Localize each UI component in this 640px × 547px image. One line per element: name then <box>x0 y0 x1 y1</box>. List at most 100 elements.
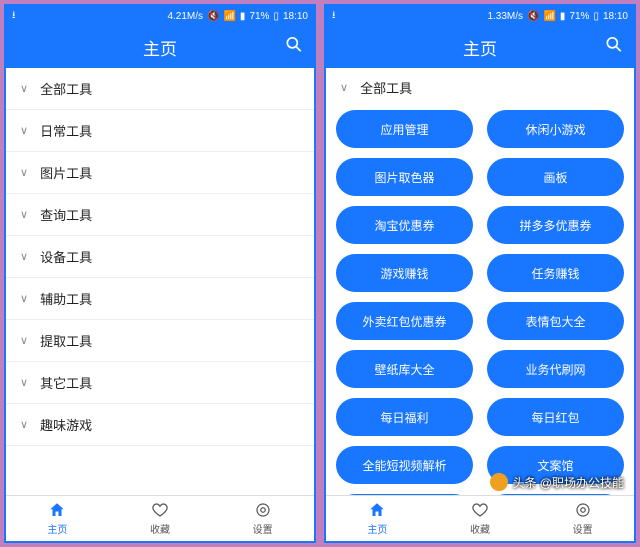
category-item[interactable]: ∨ 辅助工具 <box>6 278 314 320</box>
chevron-down-icon: ∨ <box>340 81 348 94</box>
tool-button[interactable]: 文案馆 <box>487 446 624 484</box>
tool-scroll[interactable]: ∨ 全部工具 应用管理 休闲小游戏 图片取色器 画板 淘宝优惠券 拼多多优惠券 … <box>326 68 634 495</box>
nav-label: 收藏 <box>470 521 490 536</box>
chevron-down-icon: ∨ <box>20 166 28 179</box>
nav-home[interactable]: 主页 <box>6 496 109 541</box>
tool-button[interactable]: 表情包大全 <box>487 302 624 340</box>
category-label: 日常工具 <box>40 121 92 140</box>
tool-button[interactable]: 应用管理 <box>336 110 473 148</box>
tool-button[interactable]: 全能短视频解析 <box>336 446 473 484</box>
download-icon: ⭳ <box>332 8 336 25</box>
category-item[interactable]: ∨ 图片工具 <box>6 152 314 194</box>
tool-button[interactable]: 壁纸库大全 <box>336 350 473 388</box>
section-header[interactable]: ∨ 全部工具 <box>326 68 634 106</box>
tool-label: 拼多多优惠券 <box>519 217 591 234</box>
category-label: 查询工具 <box>40 205 92 224</box>
category-item[interactable]: ∨ 全部工具 <box>6 68 314 110</box>
page-title: 主页 <box>463 35 497 60</box>
tool-label: 每日红包 <box>531 409 579 426</box>
tool-label: 应用管理 <box>380 121 428 138</box>
tool-button[interactable]: 淘宝优惠券 <box>336 206 473 244</box>
signal-icon: ▮ <box>240 11 246 22</box>
phone-left: ⭳ 4.21M/s 🔇 📶 ▮ 71% ▯ 18:10 主页 ∨ 全部工具 ∨ 日常… <box>4 4 316 543</box>
status-bar: ⭳ 1.33M/s 🔇 📶 ▮ 71% ▯ 18:10 <box>326 6 634 26</box>
battery-icon: ▯ <box>593 11 599 22</box>
battery-text: 71% <box>569 11 589 22</box>
tool-label: 业务代刷网 <box>525 361 585 378</box>
category-label: 图片工具 <box>40 163 92 182</box>
chevron-down-icon: ∨ <box>20 334 28 347</box>
wifi-icon: 📶 <box>223 11 235 22</box>
tool-label: 画板 <box>543 169 567 186</box>
nav-label: 设置 <box>573 521 593 536</box>
category-label: 全部工具 <box>40 79 92 98</box>
tool-button[interactable]: 画板 <box>487 158 624 196</box>
nav-favorites[interactable]: 收藏 <box>109 496 212 541</box>
nav-settings[interactable]: 设置 <box>531 496 634 541</box>
tool-button[interactable]: 每日红包 <box>487 398 624 436</box>
tool-label: 表情包大全 <box>525 313 585 330</box>
section-label: 全部工具 <box>360 78 412 97</box>
nav-favorites[interactable]: 收藏 <box>429 496 532 541</box>
search-icon[interactable] <box>284 35 304 60</box>
category-label: 趣味游戏 <box>40 415 92 434</box>
category-item[interactable]: ∨ 提取工具 <box>6 320 314 362</box>
tool-button[interactable]: 游戏赚钱 <box>336 254 473 292</box>
app-bar: 主页 <box>6 26 314 68</box>
tool-button[interactable]: 休闲小游戏 <box>487 110 624 148</box>
category-item[interactable]: ∨ 日常工具 <box>6 110 314 152</box>
category-label: 其它工具 <box>40 373 92 392</box>
tool-button[interactable]: 图片取色器 <box>336 158 473 196</box>
category-item[interactable]: ∨ 其它工具 <box>6 362 314 404</box>
tool-button[interactable]: 业务代刷网 <box>487 350 624 388</box>
chevron-down-icon: ∨ <box>20 82 28 95</box>
nav-label: 收藏 <box>150 521 170 536</box>
tool-label: 壁纸库大全 <box>374 361 434 378</box>
tool-label: 外卖红包优惠券 <box>362 313 446 330</box>
tool-button[interactable]: 外卖红包优惠券 <box>336 302 473 340</box>
tool-button[interactable]: 任务赚钱 <box>487 254 624 292</box>
signal-icon: ▮ <box>560 11 566 22</box>
nav-settings[interactable]: 设置 <box>211 496 314 541</box>
mute-icon: 🔇 <box>527 11 539 22</box>
nav-label: 主页 <box>367 521 387 536</box>
chevron-down-icon: ∨ <box>20 250 28 263</box>
tool-label: 任务赚钱 <box>531 265 579 282</box>
tool-label: 休闲小游戏 <box>525 121 585 138</box>
category-label: 提取工具 <box>40 331 92 350</box>
clock: 18:10 <box>603 11 628 22</box>
nav-label: 主页 <box>47 521 67 536</box>
app-bar: 主页 <box>326 26 634 68</box>
nav-home[interactable]: 主页 <box>326 496 429 541</box>
tool-button[interactable]: 每日福利 <box>336 398 473 436</box>
category-item[interactable]: ∨ 趣味游戏 <box>6 404 314 446</box>
chevron-down-icon: ∨ <box>20 208 28 221</box>
category-item[interactable]: ∨ 查询工具 <box>6 194 314 236</box>
nav-label: 设置 <box>253 521 273 536</box>
download-icon: ⭳ <box>12 8 16 25</box>
battery-text: 71% <box>249 11 269 22</box>
phone-right: ⭳ 1.33M/s 🔇 📶 ▮ 71% ▯ 18:10 主页 ∨ 全部工具 应用… <box>324 4 636 543</box>
chevron-down-icon: ∨ <box>20 124 28 137</box>
tool-label: 图片取色器 <box>374 169 434 186</box>
category-item[interactable]: ∨ 设备工具 <box>6 236 314 278</box>
net-speed: 4.21M/s <box>167 11 203 22</box>
status-bar: ⭳ 4.21M/s 🔇 📶 ▮ 71% ▯ 18:10 <box>6 6 314 26</box>
tool-label: 每日福利 <box>380 409 428 426</box>
bottom-nav: 主页 收藏 设置 <box>6 495 314 541</box>
net-speed: 1.33M/s <box>487 11 523 22</box>
tool-label: 游戏赚钱 <box>380 265 428 282</box>
battery-icon: ▯ <box>273 11 279 22</box>
chevron-down-icon: ∨ <box>20 292 28 305</box>
category-label: 辅助工具 <box>40 289 92 308</box>
wifi-icon: 📶 <box>543 11 555 22</box>
chevron-down-icon: ∨ <box>20 418 28 431</box>
tool-button[interactable]: 拼多多优惠券 <box>487 206 624 244</box>
mute-icon: 🔇 <box>207 11 219 22</box>
chevron-down-icon: ∨ <box>20 376 28 389</box>
category-label: 设备工具 <box>40 247 92 266</box>
bottom-nav: 主页 收藏 设置 <box>326 495 634 541</box>
tool-grid: 应用管理 休闲小游戏 图片取色器 画板 淘宝优惠券 拼多多优惠券 游戏赚钱 任务… <box>326 106 634 495</box>
search-icon[interactable] <box>604 35 624 60</box>
category-list: ∨ 全部工具 ∨ 日常工具 ∨ 图片工具 ∨ 查询工具 ∨ 设备工具 ∨ 辅助工具 ∨ 提取工… <box>6 68 314 495</box>
